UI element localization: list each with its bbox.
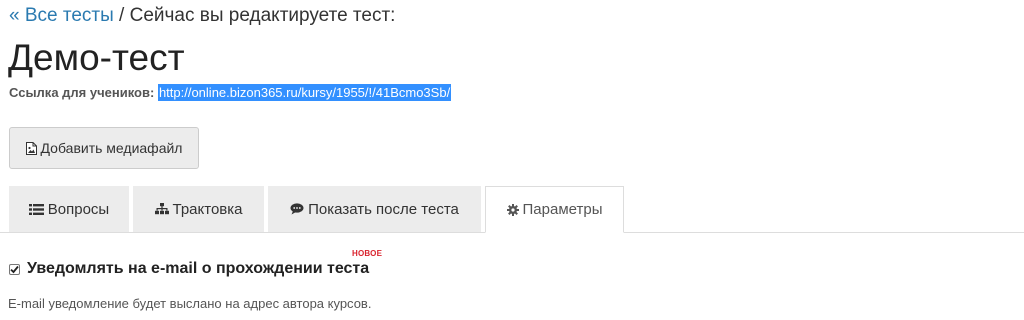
- email-notify-row: Уведомлять на e-mail о прохождении теста: [9, 260, 369, 278]
- page-title: Демо-тест: [8, 37, 185, 78]
- tab-show-after-test-label: Показать после теста: [308, 200, 459, 218]
- email-notify-checkbox[interactable]: [9, 263, 20, 275]
- list-icon: [28, 203, 44, 215]
- email-notify-label[interactable]: Уведомлять на e-mail о прохождении теста: [27, 260, 369, 278]
- tab-questions-label: Вопросы: [47, 200, 110, 218]
- tabs-bar: Вопросы Трактовка Показать после теста П…: [0, 186, 1024, 233]
- sitemap-icon: [154, 203, 169, 215]
- checkmark-icon: [10, 265, 19, 273]
- tab-interpretation[interactable]: Трактовка: [133, 186, 264, 232]
- add-media-button[interactable]: Добавить медиафайл: [9, 127, 199, 169]
- student-link-url[interactable]: http://online.bizon365.ru/kursy/1955/!/4…: [157, 84, 452, 101]
- breadcrumb: « Все тесты / Сейчас вы редактируете тес…: [9, 4, 395, 28]
- add-media-label: Добавить медиафайл: [40, 140, 183, 156]
- email-notify-help: E-mail уведомление будет выслано на адре…: [8, 296, 372, 311]
- breadcrumb-separator: /: [113, 5, 130, 26]
- comment-icon: [290, 203, 304, 215]
- student-link-label: Ссылка для учеников:: [9, 85, 155, 100]
- all-tests-link[interactable]: « Все тесты: [9, 5, 114, 26]
- tab-show-after-test[interactable]: Показать после теста: [268, 186, 481, 232]
- new-badge: НОВОЕ: [352, 249, 383, 258]
- gear-icon: [506, 203, 519, 216]
- tab-parameters[interactable]: Параметры: [485, 186, 624, 233]
- tab-parameters-label: Параметры: [522, 201, 603, 218]
- image-file-icon: [25, 141, 37, 155]
- tab-questions[interactable]: Вопросы: [9, 186, 129, 232]
- student-link-row: Ссылка для учеников: http://online.bizon…: [9, 84, 452, 102]
- tab-interpretation-label: Трактовка: [172, 200, 243, 218]
- breadcrumb-current: Сейчас вы редактируете тест:: [129, 5, 396, 26]
- page: « Все тесты / Сейчас вы редактируете тес…: [0, 0, 1024, 320]
